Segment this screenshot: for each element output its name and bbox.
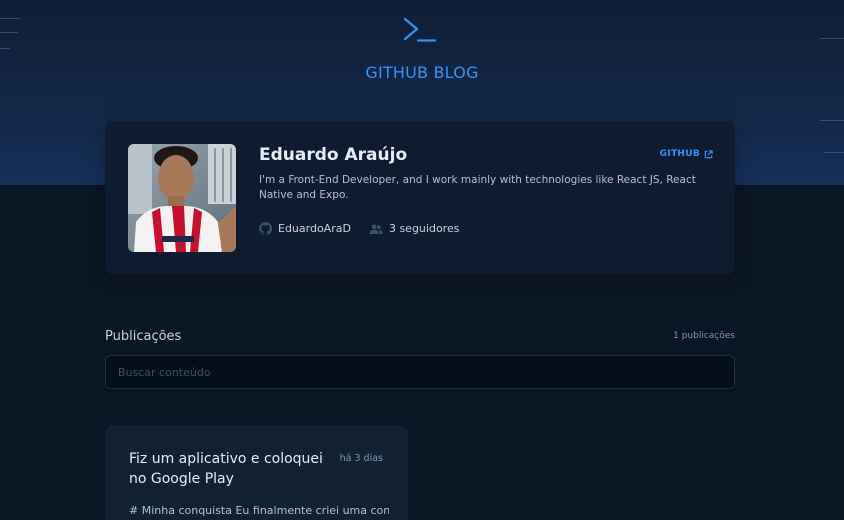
external-link-icon: [704, 149, 713, 158]
publications-heading: Publicações: [105, 329, 182, 344]
publications-count: 1 publicações: [673, 331, 735, 341]
post-card[interactable]: Fiz um aplicativo e coloquei no Google P…: [105, 425, 408, 520]
avatar: [128, 144, 236, 252]
decorative-line: [820, 120, 844, 121]
decorative-line: [820, 38, 844, 39]
username: EduardoAraD: [278, 222, 351, 235]
search-input[interactable]: [105, 355, 735, 389]
github-link[interactable]: GITHUB: [660, 149, 713, 159]
github-link-label: GITHUB: [659, 149, 700, 159]
profile-name: Eduardo Araújo: [259, 145, 408, 165]
decorative-line: [0, 48, 10, 49]
post-excerpt: # Minha conquista Eu finalmente criei um…: [129, 504, 389, 517]
users-icon: [369, 223, 383, 234]
post-date: há 3 dias: [339, 453, 383, 464]
avatar-photo: [128, 144, 236, 252]
profile-card: Eduardo Araújo GITHUB I'm a Front-End De…: [105, 121, 735, 274]
github-icon: [259, 222, 272, 235]
terminal-prompt-icon: [403, 17, 437, 42]
decorative-line: [0, 18, 20, 19]
page: GITHUB BLOG Eduardo Araújo GITHUB I'm a …: [0, 0, 844, 520]
profile-bio: I'm a Front-End Developer, and I work ma…: [259, 174, 696, 201]
decorative-line: [824, 152, 844, 153]
username-item: EduardoAraD: [259, 222, 351, 235]
followers-count: 3 seguidores: [388, 222, 460, 235]
profile-meta: EduardoAraD 3 seguidores: [259, 222, 477, 235]
decorative-line: [0, 32, 18, 33]
blog-title: GITHUB BLOG: [365, 63, 479, 82]
post-title: Fiz um aplicativo e coloquei no Google P…: [129, 451, 323, 487]
followers-item: 3 seguidores: [369, 222, 460, 235]
